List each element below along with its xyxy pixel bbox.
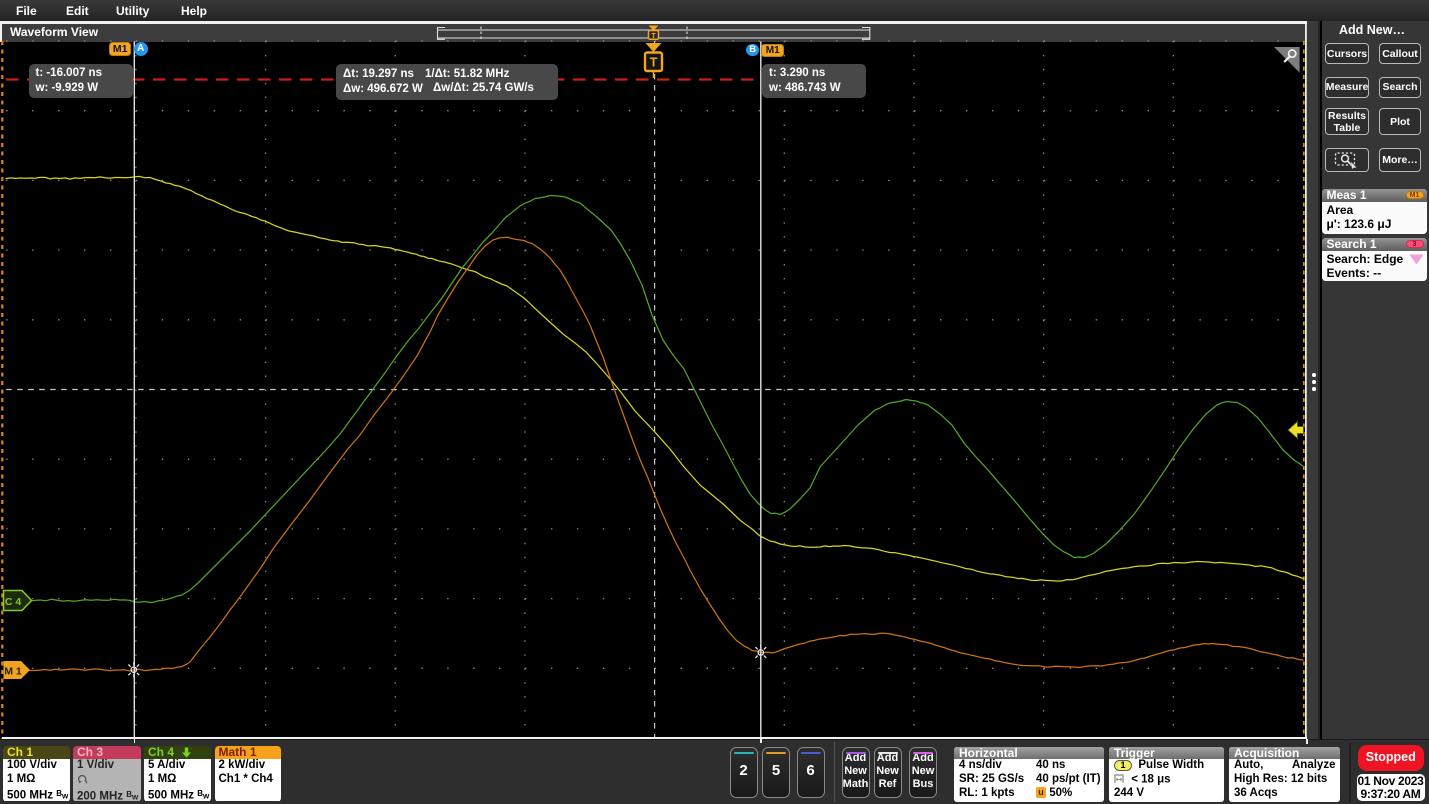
svg-text:T: T xyxy=(650,56,658,70)
svg-text:M 1: M 1 xyxy=(4,666,22,678)
svg-text:C 4: C 4 xyxy=(5,596,22,608)
